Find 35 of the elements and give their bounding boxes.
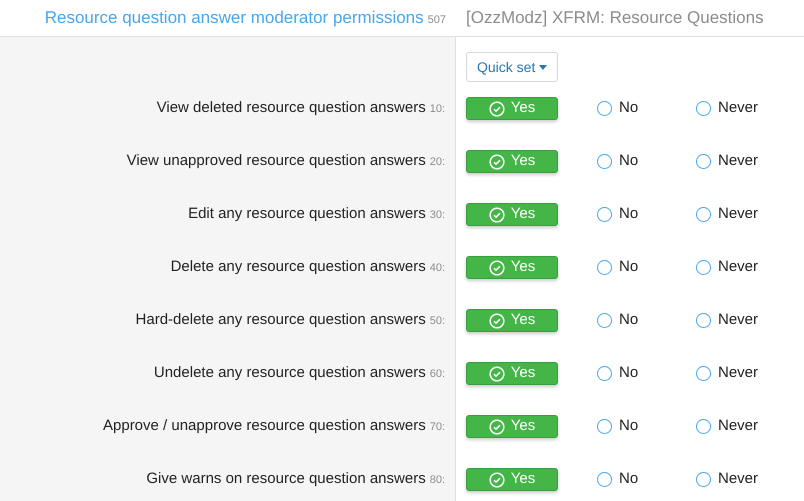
radio-option[interactable]: Never [696, 203, 758, 226]
display-order: 30: [430, 208, 445, 224]
radio-option[interactable]: No [597, 256, 638, 279]
radio-option[interactable]: No [597, 415, 638, 438]
display-order: 70: [430, 420, 445, 436]
radio-option[interactable]: No [597, 150, 638, 173]
permission-label: Give warns on resource question answers [146, 469, 426, 490]
permission-label: Undelete any resource question answers [154, 363, 426, 384]
radio-option[interactable]: No [597, 362, 638, 385]
radio-option[interactable]: Never [696, 309, 758, 332]
permission-label: Edit any resource question answers [188, 204, 426, 224]
addon-name: [OzzModz] XFRM: Resource Questions [465, 7, 764, 30]
radio-option[interactable]: No [597, 97, 638, 120]
radio-option[interactable]: Never [696, 97, 758, 120]
permission-label: Approve / unapprove resource question answers [103, 416, 426, 436]
radio-option[interactable]: No [597, 468, 638, 491]
quick-set-button[interactable]: Quick set [466, 52, 558, 82]
display-order: 80: [430, 473, 445, 488]
radio-option[interactable]: Never [696, 415, 758, 438]
permission-label: View deleted resource question answers [156, 98, 426, 118]
group-count: 507 [428, 13, 446, 28]
permission-label: Hard-delete any resource question answers [136, 310, 426, 330]
permission-label: Delete any resource question answers [170, 257, 426, 278]
display-order: 20: [430, 155, 445, 170]
display-order: 60: [430, 367, 445, 382]
radio-option[interactable]: Never [696, 150, 758, 173]
radio-option[interactable]: Never [696, 468, 758, 491]
display-order: 50: [430, 314, 445, 330]
radio-option[interactable]: No [597, 203, 638, 226]
radio-option[interactable]: No [597, 309, 638, 332]
radio-option[interactable]: Never [696, 362, 758, 385]
permission-label: View unapproved resource question answers [126, 151, 426, 172]
display-order: 40: [430, 261, 445, 276]
radio-option[interactable]: Never [696, 256, 758, 279]
display-order: 10: [430, 102, 445, 118]
